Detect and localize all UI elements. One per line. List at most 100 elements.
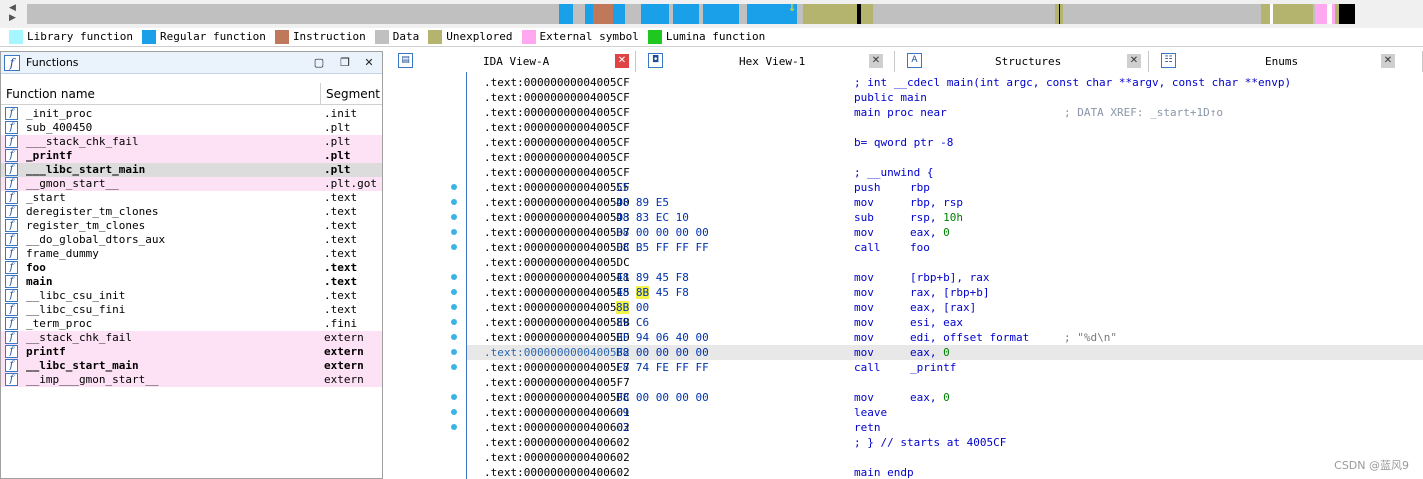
disasm-line[interactable]: .text:00000000004005F2 B8 00 00 00 00 mov e… — [467, 345, 1423, 360]
disasm-line[interactable]: .text:00000000004005D3 48 83 EC 10 sub rsp,… — [467, 210, 1423, 225]
breakpoint-dot-icon[interactable] — [451, 364, 457, 370]
column-divider[interactable] — [320, 83, 321, 105]
function-name: deregister_tm_clones — [26, 205, 159, 218]
breakpoint-dot-icon[interactable] — [451, 184, 457, 190]
tab-close-icon[interactable]: ✕ — [1127, 54, 1141, 68]
restore-icon[interactable]: ❐ — [337, 55, 353, 71]
legend-label: Library function — [27, 30, 133, 43]
column-header-function-name[interactable]: Function name — [6, 87, 95, 101]
function-row[interactable]: f deregister_tm_clones .text — [1, 205, 382, 219]
function-row[interactable]: f __libc_csu_fini .text — [1, 303, 382, 317]
function-row[interactable]: f _start .text — [1, 191, 382, 205]
tab-hex-view-1[interactable]: ◘ Hex View-1 ✕ — [636, 51, 895, 72]
function-row[interactable]: f frame_dummy .text — [1, 247, 382, 261]
tab-ida-view-a[interactable]: ▤ IDA View-A ✕ — [386, 51, 636, 72]
disasm-line[interactable]: .text:00000000004005CF — [467, 120, 1423, 135]
tab-enums[interactable]: ☷ Enums ✕ — [1149, 51, 1423, 72]
breakpoint-dot-icon[interactable] — [451, 424, 457, 430]
disasm-line[interactable]: .text:00000000004005CF public main — [467, 90, 1423, 105]
function-row[interactable]: f main .text — [1, 275, 382, 289]
disasm-line[interactable]: .text:00000000004005CF ; __unwind { — [467, 165, 1423, 180]
maximize-icon[interactable]: ▢ — [311, 55, 327, 71]
disasm-line[interactable]: .text:0000000000400602 main endp — [467, 465, 1423, 479]
disasm-line[interactable]: .text:00000000004005E5 48 8B 45 F8 mov rax,… — [467, 285, 1423, 300]
function-row[interactable]: f _term_proc .fini — [1, 317, 382, 331]
navbar-segment-mark — [1270, 4, 1273, 24]
nav-left-arrow-icon[interactable]: ◀ — [9, 3, 21, 13]
disasm-line[interactable]: .text:00000000004005F7 E8 74 FE FF FF call… — [467, 360, 1423, 375]
function-segment: .text — [324, 219, 358, 232]
function-row[interactable]: f __do_global_dtors_aux .text — [1, 233, 382, 247]
function-row[interactable]: f sub_400450 .plt — [1, 121, 382, 135]
line-address: .text:00000000004005E5 — [484, 286, 630, 299]
breakpoint-dot-icon[interactable] — [451, 349, 457, 355]
tab-close-icon[interactable]: ✕ — [1381, 54, 1395, 68]
disasm-line[interactable]: .text:0000000000400602 C3 retn — [467, 420, 1423, 435]
close-icon[interactable]: ✕ — [361, 55, 377, 71]
disasm-line[interactable]: .text:00000000004005CF b= qword ptr -8 — [467, 135, 1423, 150]
disasm-line[interactable]: .text:00000000004005D7 B8 00 00 00 00 mov e… — [467, 225, 1423, 240]
disasm-line[interactable]: .text:0000000000400602 ; } // starts at 4… — [467, 435, 1423, 450]
disasm-line[interactable]: .text:00000000004005E9 8B 00 mov eax, [rax] — [467, 300, 1423, 315]
function-icon: f — [5, 373, 18, 386]
function-row[interactable]: f ___stack_chk_fail .plt — [1, 135, 382, 149]
nav-right-arrow-icon[interactable]: ▶ — [9, 13, 21, 23]
function-icon: f — [4, 55, 20, 71]
function-row[interactable]: f __libc_csu_init .text — [1, 289, 382, 303]
disassembly-view[interactable]: .text:00000000004005CF ; int __cdecl main… — [466, 72, 1423, 479]
function-row[interactable]: f foo .text — [1, 261, 382, 275]
breakpoint-dot-icon[interactable] — [451, 394, 457, 400]
line-address: .text:00000000004005DC — [484, 256, 630, 269]
function-name: _start — [26, 191, 66, 204]
legend-label: Data — [392, 30, 420, 43]
breakpoint-dot-icon[interactable] — [451, 289, 457, 295]
disasm-line[interactable]: .text:00000000004005FC B8 00 00 00 00 mov e… — [467, 390, 1423, 405]
breakpoint-dot-icon[interactable] — [451, 274, 457, 280]
breakpoint-dot-icon[interactable] — [451, 334, 457, 340]
column-header-segment[interactable]: Segment — [326, 87, 380, 101]
disasm-line[interactable]: .text:00000000004005EB 89 C6 mov esi, eax — [467, 315, 1423, 330]
disasm-line[interactable]: .text:00000000004005F7 — [467, 375, 1423, 390]
disasm-line[interactable]: .text:00000000004005CF 55 push rbp — [467, 180, 1423, 195]
function-name: register_tm_clones — [26, 219, 146, 232]
function-row[interactable]: f printf extern — [1, 345, 382, 359]
disasm-line[interactable]: .text:00000000004005DC E8 B5 FF FF FF call… — [467, 240, 1423, 255]
function-row[interactable]: f __stack_chk_fail extern — [1, 331, 382, 345]
disasm-line[interactable]: .text:00000000004005E1 48 89 45 F8 mov [rbp… — [467, 270, 1423, 285]
function-row[interactable]: f _printf .plt — [1, 149, 382, 163]
function-icon: f — [5, 247, 18, 260]
breakpoint-dot-icon[interactable] — [451, 199, 457, 205]
disasm-line[interactable]: .text:00000000004005CF ; int __cdecl main… — [467, 75, 1423, 90]
function-row[interactable]: f __libc_start_main extern — [1, 359, 382, 373]
disasm-line[interactable]: .text:00000000004005CF main proc near ; DA… — [467, 105, 1423, 120]
opcode-bytes-prefix: 48 — [616, 286, 636, 299]
disasm-line[interactable]: .text:00000000004005D0 48 89 E5 mov rbp, rs… — [467, 195, 1423, 210]
tab-structures[interactable]: A Structures ✕ — [895, 51, 1149, 72]
disasm-line[interactable]: .text:00000000004005DC — [467, 255, 1423, 270]
breakpoint-dot-icon[interactable] — [451, 214, 457, 220]
navigation-bar[interactable]: ⇓ — [27, 4, 1423, 24]
line-address: .text:00000000004005E1 — [484, 271, 630, 284]
function-row[interactable]: f ___libc_start_main .plt — [1, 163, 382, 177]
breakpoint-dot-icon[interactable] — [451, 409, 457, 415]
function-row[interactable]: f register_tm_clones .text — [1, 219, 382, 233]
disasm-line[interactable]: .text:0000000000400601 C9 leave — [467, 405, 1423, 420]
disasm-line[interactable]: .text:0000000000400602 — [467, 450, 1423, 465]
function-row[interactable]: f __imp___gmon_start__ extern — [1, 373, 382, 387]
disasm-line[interactable]: .text:00000000004005CF — [467, 150, 1423, 165]
function-row[interactable]: f _init_proc .init — [1, 107, 382, 121]
function-icon: f — [5, 107, 18, 120]
function-row[interactable]: f __gmon_start__ .plt.got — [1, 177, 382, 191]
breakpoint-dot-icon[interactable] — [451, 244, 457, 250]
breakpoint-dot-icon[interactable] — [451, 304, 457, 310]
tab-close-icon[interactable]: ✕ — [615, 54, 629, 68]
tab-close-icon[interactable]: ✕ — [869, 54, 883, 68]
breakpoint-dot-icon[interactable] — [451, 319, 457, 325]
xref-comment[interactable]: ; DATA XREF: _start+1D↑o — [1064, 105, 1223, 120]
navbar-segment-data — [625, 4, 641, 24]
disasm-line[interactable]: .text:00000000004005ED BF 94 06 40 00 mov e… — [467, 330, 1423, 345]
opcode-bytes: 48 8B 45 F8 — [616, 285, 689, 300]
function-name: ___stack_chk_fail — [26, 135, 139, 148]
navbar-segment-regular — [703, 4, 739, 24]
breakpoint-dot-icon[interactable] — [451, 229, 457, 235]
